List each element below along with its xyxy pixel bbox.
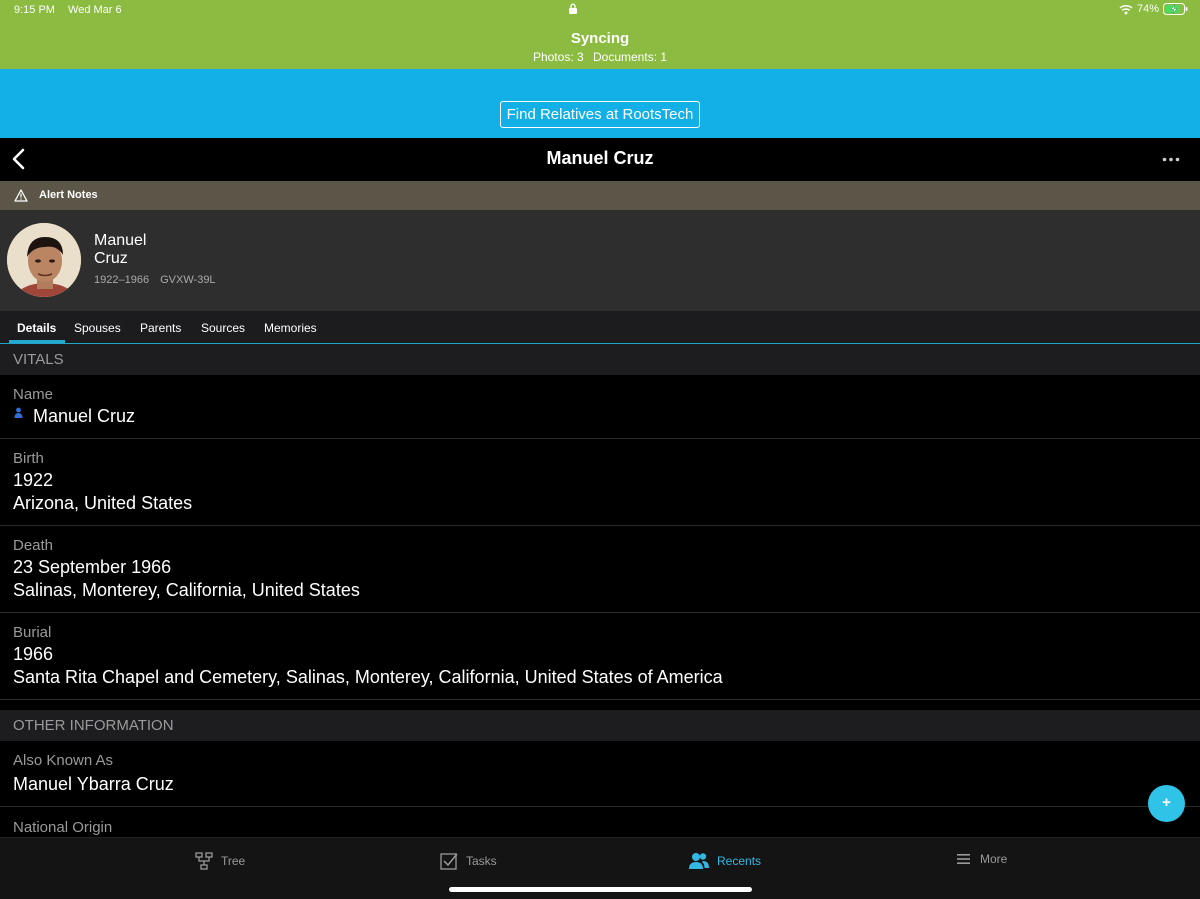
more-options-icon[interactable]: [1162, 157, 1180, 162]
sync-banner: 9:15 PM Wed Mar 6 74% Syncing Photos: 3 …: [0, 0, 1200, 69]
tasks-icon: [440, 853, 458, 870]
tab-parents[interactable]: Parents: [140, 321, 181, 335]
bottom-tab-more-label: More: [980, 852, 1008, 866]
birth-place: Arizona, United States: [13, 493, 193, 513]
battery-charging-icon: [1163, 3, 1188, 15]
death-date: 23 September 1966: [13, 557, 172, 577]
sync-documents: Documents: 1: [593, 50, 668, 64]
vital-burial-row[interactable]: Burial 1966 Santa Rita Chapel and Cemete…: [0, 613, 1200, 700]
bottom-tab-tasks-label: Tasks: [466, 854, 497, 868]
name-value: Manuel Cruz: [33, 406, 136, 426]
tree-icon: [195, 852, 213, 870]
wifi-icon: [1119, 4, 1133, 14]
person-surname: Cruz: [94, 250, 128, 267]
bottom-tab-tree[interactable]: Tree: [195, 852, 245, 870]
promo-banner: Find Relatives at RootsTech: [0, 69, 1200, 138]
sync-counts: Photos: 3 Documents: 1: [0, 50, 1200, 64]
bottom-tab-more[interactable]: More: [956, 852, 1007, 866]
status-bar-right: 74%: [1119, 3, 1188, 15]
avatar[interactable]: [7, 223, 81, 297]
bottom-tab-tree-label: Tree: [221, 854, 246, 868]
alert-notes-bar[interactable]: Alert Notes: [0, 181, 1200, 210]
nav-header: Manuel Cruz: [0, 138, 1200, 181]
burial-label: Burial: [13, 624, 52, 641]
find-relatives-button[interactable]: Find Relatives at RootsTech: [500, 101, 700, 128]
aka-value: Manuel Ybarra Cruz: [13, 774, 174, 794]
person-meta: 1922–1966 GVXW-39L: [94, 274, 216, 286]
portrait-photo: [7, 223, 81, 297]
vitals-section-header: VITALS: [0, 344, 1200, 375]
national-origin-row[interactable]: National Origin: [0, 807, 1200, 837]
vital-name-row[interactable]: Name Manuel Cruz: [0, 375, 1200, 439]
person-header: Manuel Cruz 1922–1966 GVXW-39L: [0, 210, 1200, 311]
death-place: Salinas, Monterey, California, United St…: [13, 580, 360, 600]
active-tab-indicator: [9, 340, 65, 343]
burial-date: 1966: [13, 644, 54, 664]
burial-place: Santa Rita Chapel and Cemetery, Salinas,…: [13, 667, 723, 687]
aka-label: Also Known As: [13, 752, 114, 769]
warning-icon: [14, 189, 28, 202]
person-given-name: Manuel: [94, 232, 147, 249]
more-menu-icon: [957, 854, 970, 864]
vital-birth-row[interactable]: Birth 1922 Arizona, United States: [0, 439, 1200, 526]
status-time: 9:15 PM: [14, 4, 55, 16]
also-known-as-row[interactable]: Also Known As Manuel Ybarra Cruz: [0, 741, 1200, 807]
other-info-section-header: OTHER INFORMATION: [0, 710, 1200, 741]
lock-icon: [569, 3, 577, 14]
alert-notes-label: Alert Notes: [39, 189, 98, 201]
bottom-tab-recents-label: Recents: [717, 854, 762, 868]
vital-death-row[interactable]: Death 23 September 1966 Salinas, Montere…: [0, 526, 1200, 613]
status-bar-left: 9:15 PM Wed Mar 6: [14, 4, 122, 16]
bottom-tab-recents[interactable]: Recents: [689, 852, 761, 870]
birth-date: 1922: [13, 470, 54, 490]
person-lifespan: 1922–1966: [94, 274, 150, 286]
bottom-tab-tasks[interactable]: Tasks: [440, 852, 497, 870]
status-date: Wed Mar 6: [68, 4, 122, 16]
home-indicator[interactable]: [449, 887, 752, 892]
sync-photos: Photos: 3: [532, 50, 584, 64]
sync-title: Syncing: [570, 30, 630, 47]
tab-spouses[interactable]: Spouses: [74, 321, 121, 335]
battery-percent: 74%: [1136, 3, 1159, 15]
person-icon: [14, 407, 23, 418]
birth-label: Birth: [13, 450, 44, 467]
recents-icon: [689, 853, 709, 869]
page-title: Manuel Cruz: [546, 148, 654, 168]
person-tabs: Details Spouses Parents Sources Memories: [0, 311, 1200, 344]
tab-memories[interactable]: Memories: [264, 321, 317, 335]
add-button[interactable]: +: [1148, 785, 1185, 822]
tab-details[interactable]: Details: [17, 321, 56, 335]
national-origin-label: National Origin: [13, 819, 113, 836]
person-id: GVXW-39L: [160, 274, 216, 286]
tab-sources[interactable]: Sources: [201, 321, 245, 335]
name-label: Name: [13, 386, 54, 403]
death-label: Death: [13, 537, 54, 554]
